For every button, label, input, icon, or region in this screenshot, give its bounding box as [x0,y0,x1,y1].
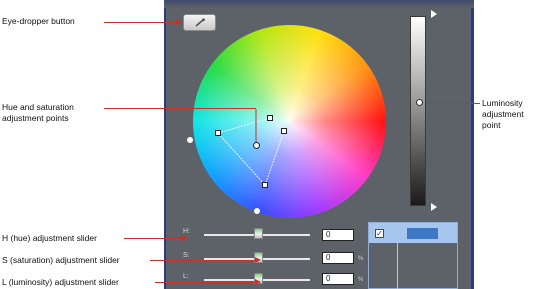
callout-l-slider-line [155,282,255,283]
saturation-point-2[interactable] [267,115,273,121]
s-slider-label: S: [183,252,190,259]
callout-h-slider: H (hue) adjustment slider [2,233,97,243]
wheel-side-handle[interactable] [187,137,193,143]
luminosity-bottom-marker[interactable] [431,203,437,211]
s-unit-label: % [358,256,364,262]
callout-h-slider-arrow [182,235,188,241]
luminosity-top-marker[interactable] [431,10,437,18]
l-slider-label: L: [183,273,189,280]
l-unit-label: % [358,277,364,283]
callout-h-slider-line [124,238,182,239]
callout-eyedropper-arrow [176,19,182,25]
callout-s-slider-line [150,260,255,261]
hue-saturation-outline [217,109,285,186]
saturation-point-4[interactable] [262,182,268,188]
callout-s-slider: S (saturation) adjustment slider [2,255,120,265]
callout-eyedropper: Eye-dropper button [2,16,75,26]
saturation-point-1[interactable] [215,130,221,136]
luminosity-bar[interactable] [410,16,426,206]
preview-color-swatch [407,228,438,239]
hue-center-point[interactable] [253,142,260,149]
callout-luminosity: Luminosity adjustment point [482,98,524,130]
luminosity-adjustment-point[interactable] [416,99,423,106]
callout-hue-saturation-line [104,108,256,109]
h-slider-label: H: [183,228,190,235]
saturation-point-3[interactable] [281,128,287,134]
preview-divider [397,243,398,289]
callout-l-slider: L (luminosity) adjustment slider [2,277,119,287]
checkbox-checked-icon[interactable]: ✓ [375,229,384,238]
callout-eyedropper-line [104,22,176,23]
callout-l-slider-arrow [255,279,261,285]
wheel-bottom-handle[interactable] [254,208,260,214]
h-slider-thumb[interactable] [254,228,263,239]
callout-hue-saturation: Hue and saturation adjustment points [2,102,74,123]
callout-s-slider-arrow [255,257,261,263]
callout-luminosity-line [426,103,480,104]
l-value-field[interactable]: 0 [322,273,354,285]
h-value-field[interactable]: 0 [322,229,354,241]
s-value-field[interactable]: 0 [322,252,354,264]
